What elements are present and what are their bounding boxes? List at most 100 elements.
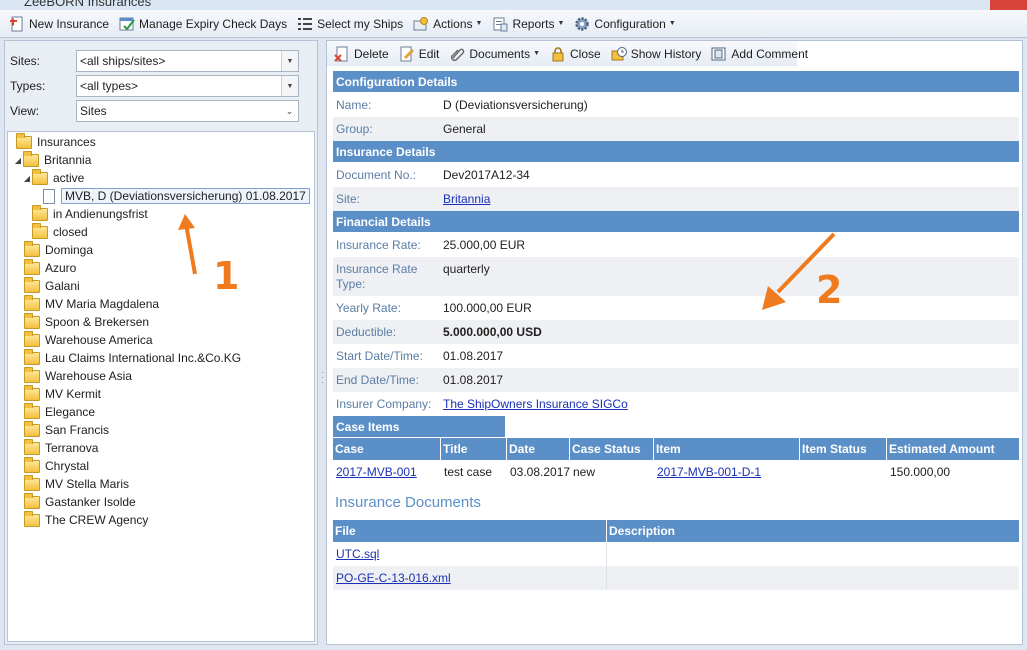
tree-node-site[interactable]: The CREW Agency	[24, 510, 149, 529]
main-toolbar: New Insurance Manage Expiry Check Days S…	[0, 10, 1027, 38]
tree-node-in-andienungsfrist[interactable]: in Andienungsfrist	[32, 204, 148, 223]
details-panel: Delete Edit Documents ▼ Close Show Histo…	[326, 40, 1023, 645]
folder-icon	[24, 384, 40, 401]
tree-node-site[interactable]: Azuro	[24, 258, 77, 277]
site-link[interactable]: Britannia	[443, 192, 490, 206]
document-file-link[interactable]: PO-GE-C-13-016.xml	[336, 571, 451, 585]
column-header-description[interactable]: Description	[607, 520, 1019, 542]
tree-node-label: MV Kermit	[45, 387, 102, 401]
tree-node-label: Azuro	[45, 261, 77, 275]
column-header-date[interactable]: Date	[507, 438, 570, 460]
document-row[interactable]: PO-GE-C-13-016.xml	[333, 566, 1019, 590]
column-header-item-status[interactable]: Item Status	[800, 438, 887, 460]
tree-node-label: Elegance	[45, 405, 96, 419]
folder-icon	[24, 240, 40, 257]
column-header-item[interactable]: Item	[654, 438, 800, 460]
sites-filter-row: Sites: <all ships/sites> ▼	[10, 50, 299, 72]
window-close-button[interactable]	[990, 0, 1027, 10]
select-ships-label: Select my Ships	[317, 16, 404, 31]
tree-node-label: Warehouse America	[45, 333, 153, 347]
case-item-row[interactable]: 2017-MVB-001 test case 03.08.2017 new 20…	[333, 460, 1019, 484]
edit-button[interactable]: Edit	[396, 43, 446, 65]
show-history-button[interactable]: Show History	[608, 43, 708, 65]
reports-menu[interactable]: Reports ▼	[489, 13, 570, 35]
column-header-file[interactable]: File	[333, 520, 607, 542]
tree-node-label: The CREW Agency	[45, 513, 149, 527]
tree-node-site[interactable]: Dominga	[24, 240, 93, 259]
documents-menu[interactable]: Documents ▼	[446, 43, 546, 65]
expanded-arrow-icon[interactable]: ◢	[13, 156, 23, 165]
chevron-down-icon: ▼	[668, 20, 676, 27]
tree-node-site[interactable]: MV Maria Magdalena	[24, 294, 159, 313]
column-header-title[interactable]: Title	[441, 438, 507, 460]
tree-node-site[interactable]: Warehouse America	[24, 330, 153, 349]
tree-node-site[interactable]: MV Stella Maris	[24, 474, 130, 493]
add-comment-button[interactable]: Add Comment	[708, 43, 814, 65]
tree-node-site[interactable]: Elegance	[24, 402, 96, 421]
insurer-company-link[interactable]: The ShipOwners Insurance SIGCo	[443, 397, 628, 411]
new-insurance-button[interactable]: New Insurance	[6, 13, 115, 35]
chevron-down-icon[interactable]: ▼	[281, 51, 298, 71]
tree-node-label: MV Stella Maris	[45, 477, 130, 491]
tree-node-site[interactable]: Lau Claims International Inc.&Co.KG	[24, 348, 241, 367]
panel-splitter[interactable]: · · ·	[318, 40, 326, 645]
manage-expiry-button[interactable]: Manage Expiry Check Days	[116, 13, 293, 35]
view-filter-row: View: Sites ⌄	[10, 100, 299, 122]
tree-node-site[interactable]: Galani	[24, 276, 80, 295]
tree-node-label: Britannia	[44, 153, 92, 167]
chevron-down-icon[interactable]: ▼	[281, 76, 298, 96]
tree-node-site[interactable]: MV Kermit	[24, 384, 102, 403]
insurance-details-header: Insurance Details	[333, 141, 1019, 163]
sites-filter-combo[interactable]: <all ships/sites> ▼	[76, 50, 299, 72]
insurance-rate-value: 25.000,00 EUR	[443, 238, 526, 252]
types-filter-combo[interactable]: <all types> ▼	[76, 75, 299, 97]
tree-node-site[interactable]: Gastanker Isolde	[24, 492, 136, 511]
window-title: ZeeBORN Insurances	[24, 0, 152, 9]
expanded-arrow-icon[interactable]: ◢	[22, 174, 32, 183]
folder-icon	[24, 348, 40, 365]
tree-node-site[interactable]: San Francis	[24, 420, 109, 439]
delete-button[interactable]: Delete	[331, 43, 395, 65]
folder-icon	[24, 420, 40, 437]
tree-node-closed[interactable]: closed	[32, 222, 88, 241]
tree-node-site[interactable]: Terranova	[24, 438, 99, 457]
tree-node-britannia[interactable]: ◢ Britannia	[13, 150, 92, 169]
close-insurance-button[interactable]: Close	[547, 43, 607, 65]
document-file-link[interactable]: UTC.sql	[336, 547, 379, 561]
document-row[interactable]: UTC.sql	[333, 542, 1019, 566]
folder-icon	[24, 456, 40, 473]
tree-node-site[interactable]: Chrystal	[24, 456, 89, 475]
insurance-tree: Insurances ◢ Britannia ◢ active MVB, D (…	[7, 131, 315, 642]
chevron-down-icon[interactable]: ⌄	[281, 101, 298, 121]
case-date-cell: 03.08.2017	[510, 465, 571, 479]
item-link[interactable]: 2017-MVB-001-D-1	[657, 465, 761, 479]
tree-node-label: Gastanker Isolde	[45, 495, 136, 509]
insurance-documents-title: Insurance Documents	[335, 493, 481, 511]
chevron-down-icon: ▼	[557, 20, 565, 27]
select-ships-button[interactable]: Select my Ships	[294, 13, 409, 35]
deductible-label: Deductible:	[336, 325, 397, 339]
tree-node-site[interactable]: Warehouse Asia	[24, 366, 132, 385]
tree-node-insurances[interactable]: Insurances	[16, 132, 96, 151]
view-select[interactable]: Sites ⌄	[76, 100, 299, 122]
configuration-menu[interactable]: Configuration ▼	[571, 13, 681, 35]
delete-label: Delete	[354, 46, 389, 61]
tree-node-active[interactable]: ◢ active	[22, 168, 84, 187]
column-header-estimated-amount[interactable]: Estimated Amount	[887, 438, 1019, 460]
new-document-icon	[9, 16, 25, 32]
sites-filter-label: Sites:	[10, 54, 41, 68]
insurance-rate-type-label: Insurance Rate Type:	[336, 262, 418, 291]
yearly-rate-row: Yearly Rate: 100.000,00 EUR	[333, 296, 1019, 320]
annotation-arrow-1	[178, 214, 197, 275]
types-filter-row: Types: <all types> ▼	[10, 75, 299, 97]
yearly-rate-label: Yearly Rate:	[336, 301, 401, 315]
view-filter-label: View:	[10, 104, 40, 118]
actions-menu[interactable]: Actions ▼	[410, 13, 488, 35]
tree-node-insurance-document[interactable]: MVB, D (Deviationsversicherung) 01.08.20…	[43, 187, 310, 205]
column-header-case-status[interactable]: Case Status	[570, 438, 654, 460]
tree-node-label: Terranova	[45, 441, 99, 455]
case-link[interactable]: 2017-MVB-001	[336, 465, 417, 479]
folder-icon	[24, 492, 40, 509]
column-header-case[interactable]: Case	[333, 438, 441, 460]
tree-node-site[interactable]: Spoon & Brekersen	[24, 312, 149, 331]
